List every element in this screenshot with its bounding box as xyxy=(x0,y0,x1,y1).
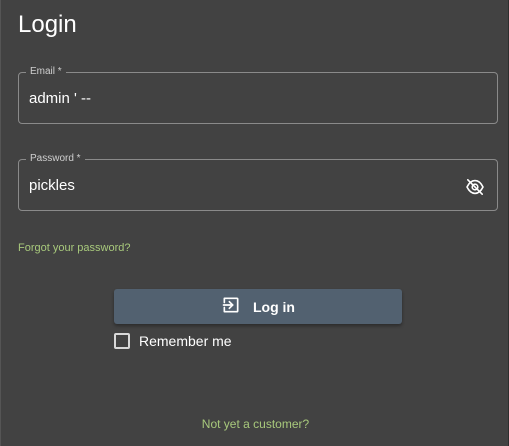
not-yet-customer-link[interactable]: Not yet a customer? xyxy=(1,417,509,431)
remember-me[interactable]: Remember me xyxy=(114,333,232,349)
login-button[interactable]: Log in xyxy=(114,289,402,324)
password-field[interactable]: Password * xyxy=(18,152,498,211)
login-panel: Login Email * Password * Forgot your pas… xyxy=(0,0,509,446)
password-input[interactable] xyxy=(29,160,449,210)
remember-me-checkbox[interactable] xyxy=(114,333,130,349)
login-icon xyxy=(221,295,241,318)
email-input[interactable] xyxy=(29,73,449,123)
page-title: Login xyxy=(18,11,77,38)
forgot-password-link[interactable]: Forgot your password? xyxy=(18,242,131,254)
email-field[interactable]: Email * xyxy=(18,65,498,124)
login-button-label: Log in xyxy=(253,298,295,315)
remember-me-label: Remember me xyxy=(139,333,232,349)
eye-off-icon[interactable] xyxy=(465,179,485,195)
